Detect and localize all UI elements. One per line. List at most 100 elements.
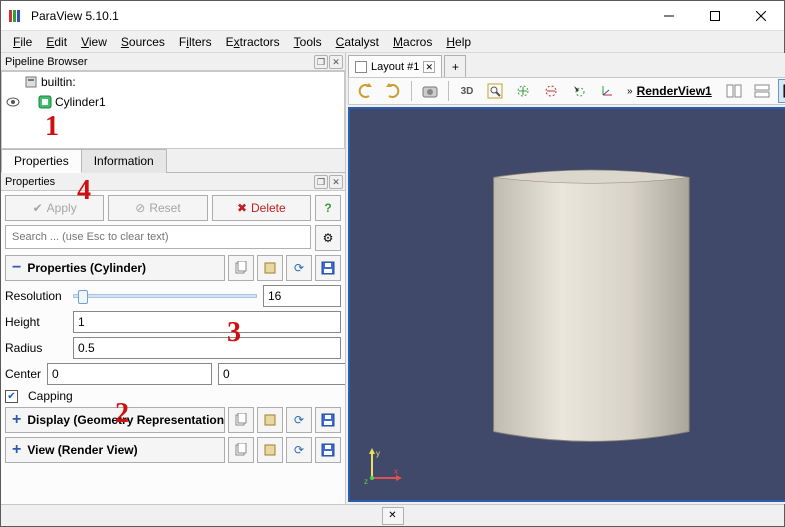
section-display-header[interactable]: + Display (Geometry Representation) bbox=[5, 407, 225, 433]
properties-panel: ✔Apply ⊘Reset ✖Delete ? ⚙ − Properties (… bbox=[1, 191, 345, 504]
menu-catalyst[interactable]: Catalyst bbox=[330, 33, 385, 51]
capping-checkbox[interactable]: ✔ bbox=[5, 390, 18, 403]
paste-props-button[interactable] bbox=[257, 255, 283, 281]
menu-view[interactable]: View bbox=[75, 33, 113, 51]
resolution-field[interactable] bbox=[263, 285, 341, 307]
window-title: ParaView 5.10.1 bbox=[31, 9, 119, 23]
menu-macros[interactable]: Macros bbox=[387, 33, 438, 51]
back-nav-button[interactable] bbox=[353, 79, 377, 103]
help-button[interactable]: ? bbox=[315, 195, 341, 221]
layout-tabstrip: Layout #1 ✕ + bbox=[346, 53, 785, 77]
maximize-view-button[interactable] bbox=[778, 79, 785, 103]
reload-view-button[interactable]: ⟳ bbox=[286, 437, 312, 463]
pipeline-close-icon[interactable]: ✕ bbox=[329, 55, 343, 69]
minimize-button[interactable] bbox=[646, 1, 692, 31]
reload-props-button[interactable]: ⟳ bbox=[286, 255, 312, 281]
renderview-label[interactable]: RenderView1 bbox=[637, 84, 718, 98]
pipeline-item-cylinder[interactable]: Cylinder1 bbox=[2, 92, 344, 112]
pipeline-browser[interactable]: builtin: Cylinder1 bbox=[1, 71, 345, 149]
delete-button[interactable]: ✖Delete bbox=[212, 195, 311, 221]
reload-display-button[interactable]: ⟳ bbox=[286, 407, 312, 433]
menu-extractors[interactable]: Extractors bbox=[220, 33, 286, 51]
properties-float-icon[interactable]: ❐ bbox=[314, 175, 328, 189]
server-icon bbox=[24, 75, 38, 89]
search-input[interactable] bbox=[5, 225, 311, 249]
view-toolbar: 3D » RenderView1 ✕ bbox=[348, 77, 785, 105]
paste-view-button[interactable] bbox=[257, 437, 283, 463]
pick-center-button[interactable] bbox=[567, 79, 591, 103]
menu-tools[interactable]: Tools bbox=[288, 33, 328, 51]
visibility-eye-icon[interactable] bbox=[6, 95, 20, 109]
pipeline-item-label: Cylinder1 bbox=[55, 95, 106, 109]
add-layout-button[interactable]: + bbox=[444, 55, 466, 77]
forward-nav-button[interactable] bbox=[381, 79, 405, 103]
svg-text:y: y bbox=[376, 449, 380, 458]
svg-text:z: z bbox=[364, 477, 368, 486]
pipeline-header: Pipeline Browser ❐ ✕ bbox=[1, 53, 345, 71]
tab-information[interactable]: Information bbox=[81, 149, 167, 173]
section-view-header[interactable]: + View (Render View) bbox=[5, 437, 225, 463]
save-props-button[interactable] bbox=[315, 255, 341, 281]
reset-button[interactable]: ⊘Reset bbox=[108, 195, 207, 221]
paste-display-button[interactable] bbox=[257, 407, 283, 433]
pipeline-root[interactable]: builtin: bbox=[2, 72, 344, 92]
render-viewport[interactable]: y x z bbox=[348, 107, 785, 502]
apply-icon: ✔ bbox=[33, 201, 43, 215]
height-field[interactable] bbox=[73, 311, 341, 333]
save-view-button[interactable] bbox=[315, 437, 341, 463]
expand-icon: + bbox=[12, 441, 21, 459]
layout-tab-close-icon[interactable]: ✕ bbox=[423, 61, 435, 73]
menu-sources[interactable]: Sources bbox=[115, 33, 171, 51]
apply-button[interactable]: ✔Apply bbox=[5, 195, 104, 221]
titlebar: ParaView 5.10.1 bbox=[1, 1, 784, 31]
center-label: Center bbox=[5, 367, 41, 381]
resolution-label: Resolution bbox=[5, 289, 67, 303]
layout-tab-label: Layout #1 bbox=[371, 61, 419, 73]
mode-3d-button[interactable]: 3D bbox=[455, 79, 479, 103]
source-icon bbox=[38, 95, 52, 109]
copy-display-button[interactable] bbox=[228, 407, 254, 433]
radius-label: Radius bbox=[5, 341, 67, 355]
menu-help[interactable]: Help bbox=[440, 33, 477, 51]
maximize-button[interactable] bbox=[692, 1, 738, 31]
capping-label: Capping bbox=[28, 389, 73, 403]
svg-text:x: x bbox=[394, 467, 398, 476]
pipeline-header-label: Pipeline Browser bbox=[5, 56, 88, 68]
height-label: Height bbox=[5, 315, 67, 329]
statusbar-close-button[interactable]: ✕ bbox=[382, 507, 404, 525]
center-y-field[interactable] bbox=[218, 363, 345, 385]
menu-edit[interactable]: Edit bbox=[40, 33, 73, 51]
menu-file[interactable]: File bbox=[7, 33, 38, 51]
properties-header: Properties ❐ ✕ bbox=[1, 173, 345, 191]
section-properties-header[interactable]: − Properties (Cylinder) bbox=[5, 255, 225, 281]
menubar: File Edit View Sources Filters Extractor… bbox=[1, 31, 784, 53]
split-h-button[interactable] bbox=[722, 79, 746, 103]
close-button[interactable] bbox=[738, 1, 784, 31]
save-icon bbox=[321, 261, 335, 275]
screenshot-button[interactable] bbox=[418, 79, 442, 103]
layout-tab-1[interactable]: Layout #1 ✕ bbox=[348, 55, 442, 77]
reset-icon: ⊘ bbox=[135, 201, 145, 215]
left-panel: Pipeline Browser ❐ ✕ builtin: Cylinder1 … bbox=[1, 53, 346, 504]
zoom-to-fit-button[interactable] bbox=[483, 79, 507, 103]
resolution-slider[interactable] bbox=[73, 294, 257, 298]
center-remove-button[interactable] bbox=[539, 79, 563, 103]
axes-toggle-button[interactable] bbox=[595, 79, 619, 103]
help-icon: ? bbox=[324, 201, 331, 215]
collapse-icon: − bbox=[12, 259, 21, 277]
radius-field[interactable] bbox=[73, 337, 341, 359]
save-display-button[interactable] bbox=[315, 407, 341, 433]
center-add-button[interactable] bbox=[511, 79, 535, 103]
expand-icon: + bbox=[12, 411, 21, 429]
statusbar: ✕ bbox=[1, 504, 784, 526]
split-v-button[interactable] bbox=[750, 79, 774, 103]
center-x-field[interactable] bbox=[47, 363, 212, 385]
copy-view-button[interactable] bbox=[228, 437, 254, 463]
search-settings-button[interactable]: ⚙ bbox=[315, 225, 341, 251]
pipeline-float-icon[interactable]: ❐ bbox=[314, 55, 328, 69]
orientation-axes-icon: y x z bbox=[364, 446, 404, 486]
properties-close-icon[interactable]: ✕ bbox=[329, 175, 343, 189]
menu-filters[interactable]: Filters bbox=[173, 33, 218, 51]
tab-properties[interactable]: Properties bbox=[1, 149, 82, 173]
copy-props-button[interactable] bbox=[228, 255, 254, 281]
